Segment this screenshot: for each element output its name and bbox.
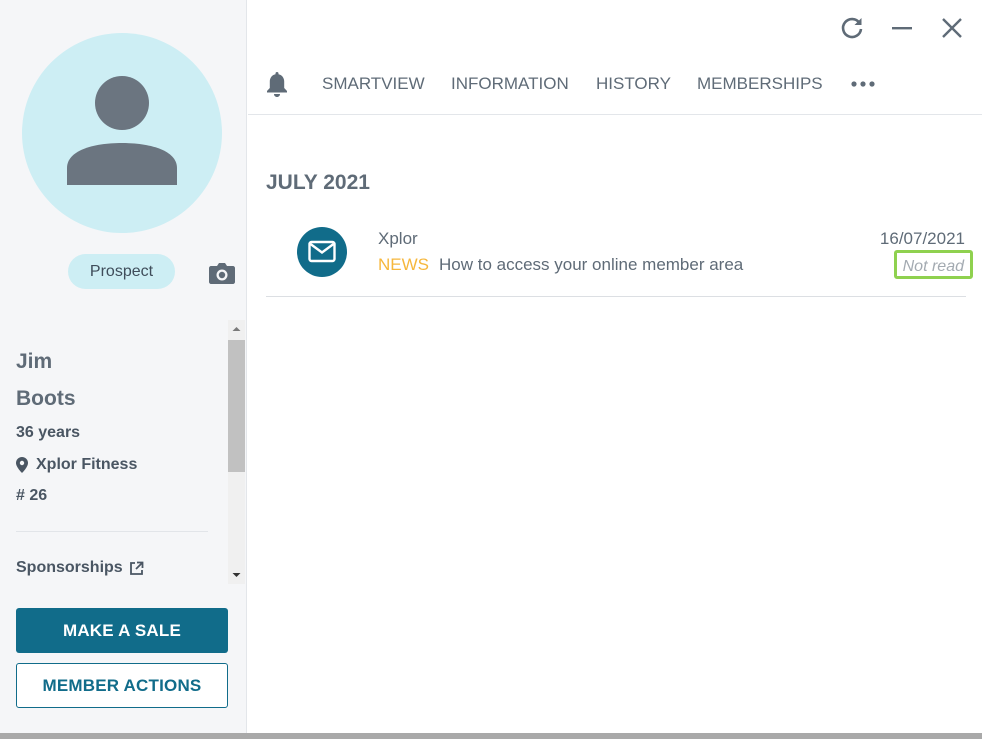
user-silhouette-icon — [67, 76, 177, 185]
tab-smartview[interactable]: SMARTVIEW — [322, 74, 425, 94]
month-heading: JULY 2021 — [266, 171, 370, 194]
message-status: Not read — [893, 250, 973, 279]
scroll-down-arrow-icon[interactable] — [228, 566, 245, 584]
sponsorships-link[interactable]: Sponsorships — [16, 559, 144, 577]
profile-panel: Prospect Jim Boots 36 years Xplor Fitnes… — [0, 0, 247, 733]
divider — [16, 531, 208, 532]
member-actions-button[interactable]: MEMBER ACTIONS — [16, 663, 228, 708]
location-label: Xplor Fitness — [36, 456, 138, 473]
minimize-icon[interactable] — [888, 14, 916, 42]
message-row[interactable]: Xplor NEWS How to access your online mem… — [266, 215, 973, 297]
message-date: 16/07/2021 — [879, 229, 965, 248]
tab-bar: SMARTVIEW INFORMATION HISTORY MEMBERSHIP… — [248, 60, 982, 115]
sponsorships-label: Sponsorships — [16, 559, 123, 576]
envelope-icon — [297, 227, 347, 277]
camera-icon[interactable] — [208, 261, 236, 285]
bell-icon[interactable] — [265, 70, 289, 103]
age: 36 years — [16, 424, 81, 441]
close-icon[interactable] — [938, 14, 966, 42]
external-link-icon — [129, 561, 144, 575]
tab-memberships[interactable]: MEMBERSHIPS — [697, 74, 823, 94]
first-name: Jim — [16, 350, 53, 373]
message-sender: Xplor — [378, 229, 418, 248]
status-badge: Prospect — [68, 254, 175, 289]
profile-scrollbar[interactable] — [228, 320, 245, 584]
last-name: Boots — [16, 387, 76, 410]
message-category: NEWS — [378, 255, 429, 274]
tab-history[interactable]: HISTORY — [596, 74, 671, 94]
make-sale-button[interactable]: MAKE A SALE — [16, 608, 228, 653]
refresh-icon[interactable] — [838, 14, 866, 42]
location: Xplor Fitness — [16, 456, 137, 474]
window-bottom-edge — [0, 733, 982, 739]
scroll-up-arrow-icon[interactable] — [228, 320, 245, 338]
scroll-thumb[interactable] — [228, 340, 245, 472]
profile-details: Jim Boots 36 years Xplor Fitness # 26 Sp… — [0, 320, 228, 584]
member-number: # 26 — [16, 487, 48, 504]
tab-information[interactable]: INFORMATION — [451, 74, 569, 94]
avatar — [22, 33, 222, 233]
more-icon[interactable] — [851, 74, 875, 99]
message-subject: How to access your online member area — [439, 255, 744, 274]
location-pin-icon — [16, 457, 28, 473]
